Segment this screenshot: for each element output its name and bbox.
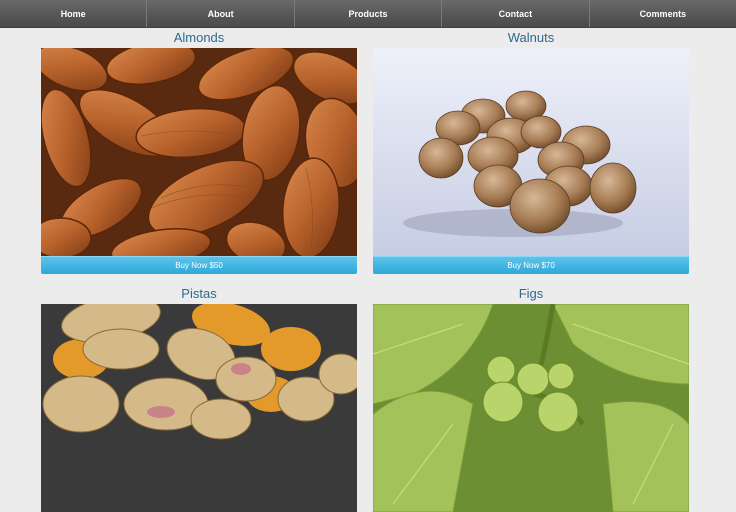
product-title: Pistas [181, 286, 217, 301]
pistachios-image[interactable] [41, 304, 357, 512]
product-title: Almonds [173, 30, 225, 45]
walnuts-image[interactable] [373, 48, 689, 256]
product-card-figs: Figs [373, 284, 689, 512]
almonds-image[interactable] [41, 48, 357, 256]
product-title: Figs [518, 286, 544, 301]
nav-contact[interactable]: Contact [442, 0, 590, 27]
nav-products[interactable]: Products [295, 0, 443, 27]
nav-home[interactable]: Home [0, 0, 148, 27]
nav-about[interactable]: About [147, 0, 295, 27]
buy-now-button[interactable]: Buy Now $50 [41, 256, 357, 274]
product-card-pistas: Pistas [41, 284, 357, 512]
buy-now-button[interactable]: Buy Now $70 [373, 256, 689, 274]
product-card-walnuts: Walnuts Buy Now $70 [373, 28, 689, 274]
figs-image[interactable] [373, 304, 689, 512]
nav-comments[interactable]: Comments [590, 0, 736, 27]
product-title: Walnuts [507, 30, 555, 45]
top-nav: Home About Products Contact Comments [0, 0, 736, 28]
product-card-almonds: Almonds Buy Now $50 [41, 28, 357, 274]
